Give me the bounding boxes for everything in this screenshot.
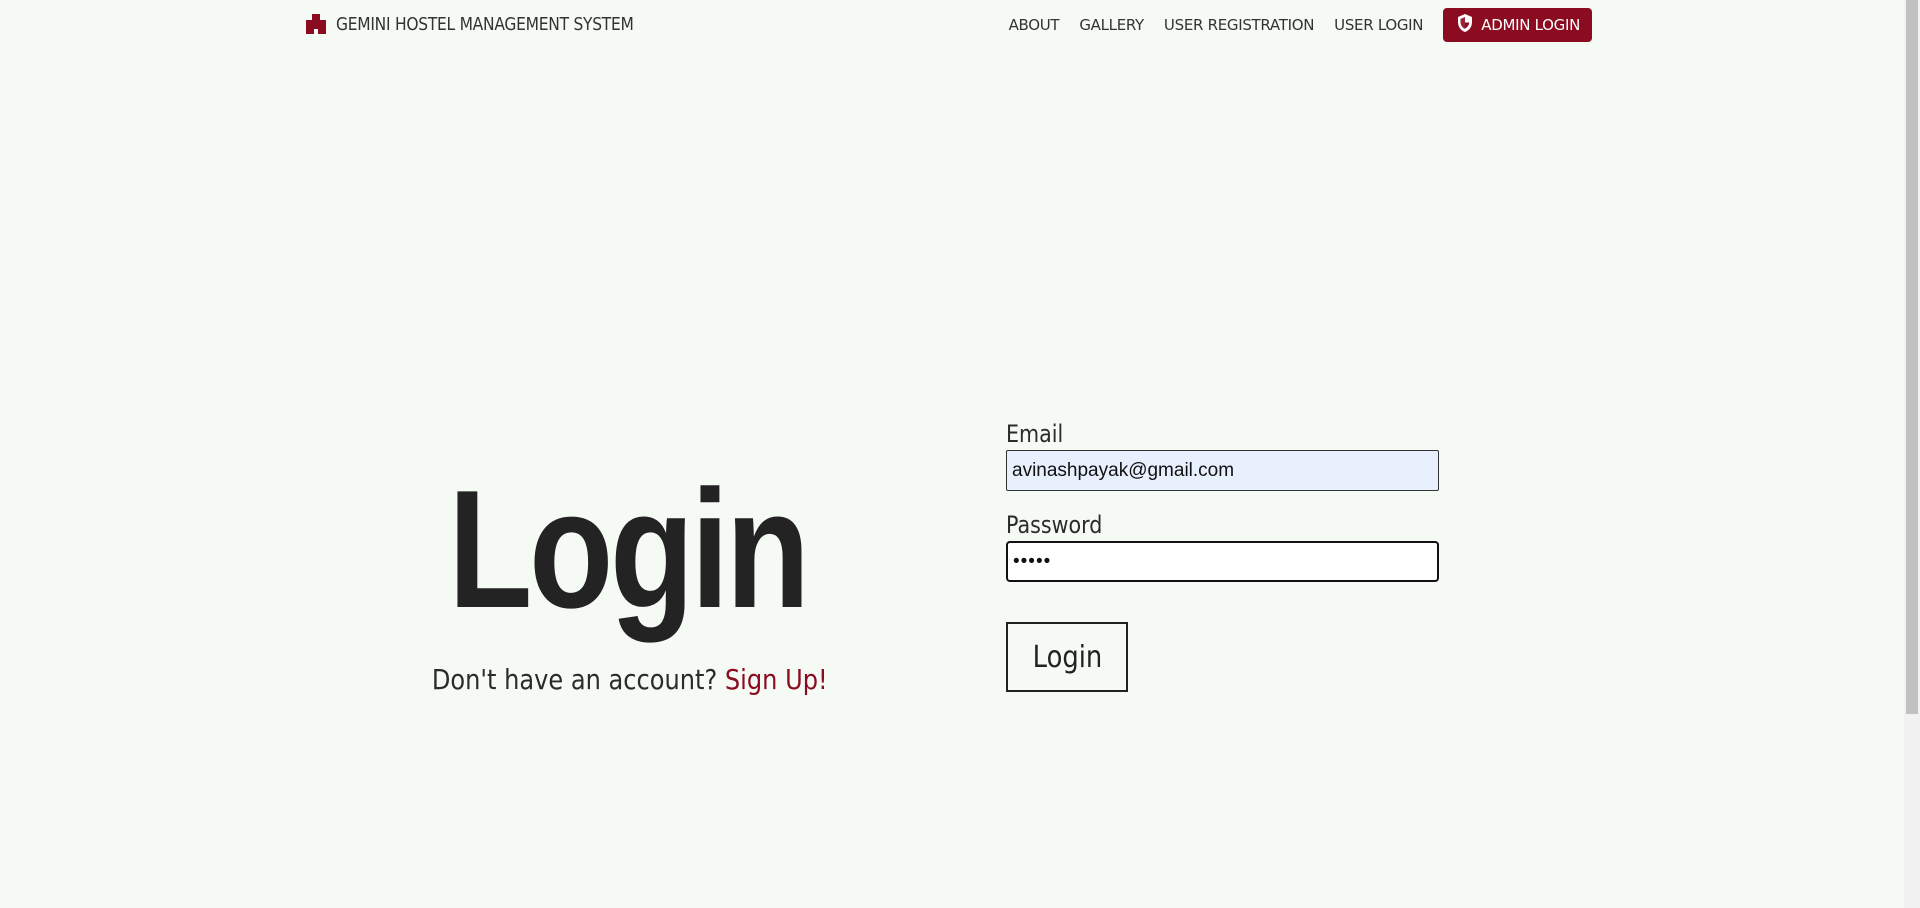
login-button[interactable]: Login bbox=[1006, 622, 1128, 692]
nav-about[interactable]: ABOUT bbox=[1009, 16, 1060, 34]
email-label: Email bbox=[1006, 420, 1064, 448]
nav-gallery[interactable]: GALLERY bbox=[1079, 16, 1144, 34]
admin-login-button[interactable]: ADMIN LOGIN bbox=[1443, 8, 1592, 42]
signup-link[interactable]: Sign Up! bbox=[725, 663, 828, 696]
nav-user-registration[interactable]: USER REGISTRATION bbox=[1164, 16, 1315, 34]
scrollbar-thumb[interactable] bbox=[1906, 0, 1918, 714]
password-field-group: Password bbox=[1006, 511, 1440, 582]
email-field[interactable] bbox=[1006, 450, 1439, 491]
hero-panel: Login Don't have an account? Sign Up! bbox=[400, 465, 855, 696]
signup-line: Don't have an account? Sign Up! bbox=[431, 663, 828, 696]
nav-links: ABOUT GALLERY USER REGISTRATION USER LOG… bbox=[1009, 8, 1592, 42]
scrollbar[interactable] bbox=[1904, 0, 1920, 908]
building-icon bbox=[304, 12, 328, 36]
shield-icon bbox=[1455, 13, 1475, 37]
admin-login-label: ADMIN LOGIN bbox=[1481, 16, 1580, 34]
brand-title: GEMINI HOSTEL MANAGEMENT SYSTEM bbox=[336, 13, 634, 35]
brand[interactable]: GEMINI HOSTEL MANAGEMENT SYSTEM bbox=[304, 10, 682, 38]
login-form: Email Password Login bbox=[1006, 420, 1440, 692]
password-label: Password bbox=[1006, 511, 1103, 539]
navbar: GEMINI HOSTEL MANAGEMENT SYSTEM ABOUT GA… bbox=[0, 0, 1904, 48]
nav-user-login[interactable]: USER LOGIN bbox=[1334, 16, 1423, 34]
page-title: Login bbox=[448, 455, 810, 643]
signup-prompt: Don't have an account? bbox=[431, 663, 718, 696]
login-button-label: Login bbox=[1032, 639, 1102, 675]
email-field-group: Email bbox=[1006, 420, 1440, 491]
password-field[interactable] bbox=[1006, 541, 1439, 582]
